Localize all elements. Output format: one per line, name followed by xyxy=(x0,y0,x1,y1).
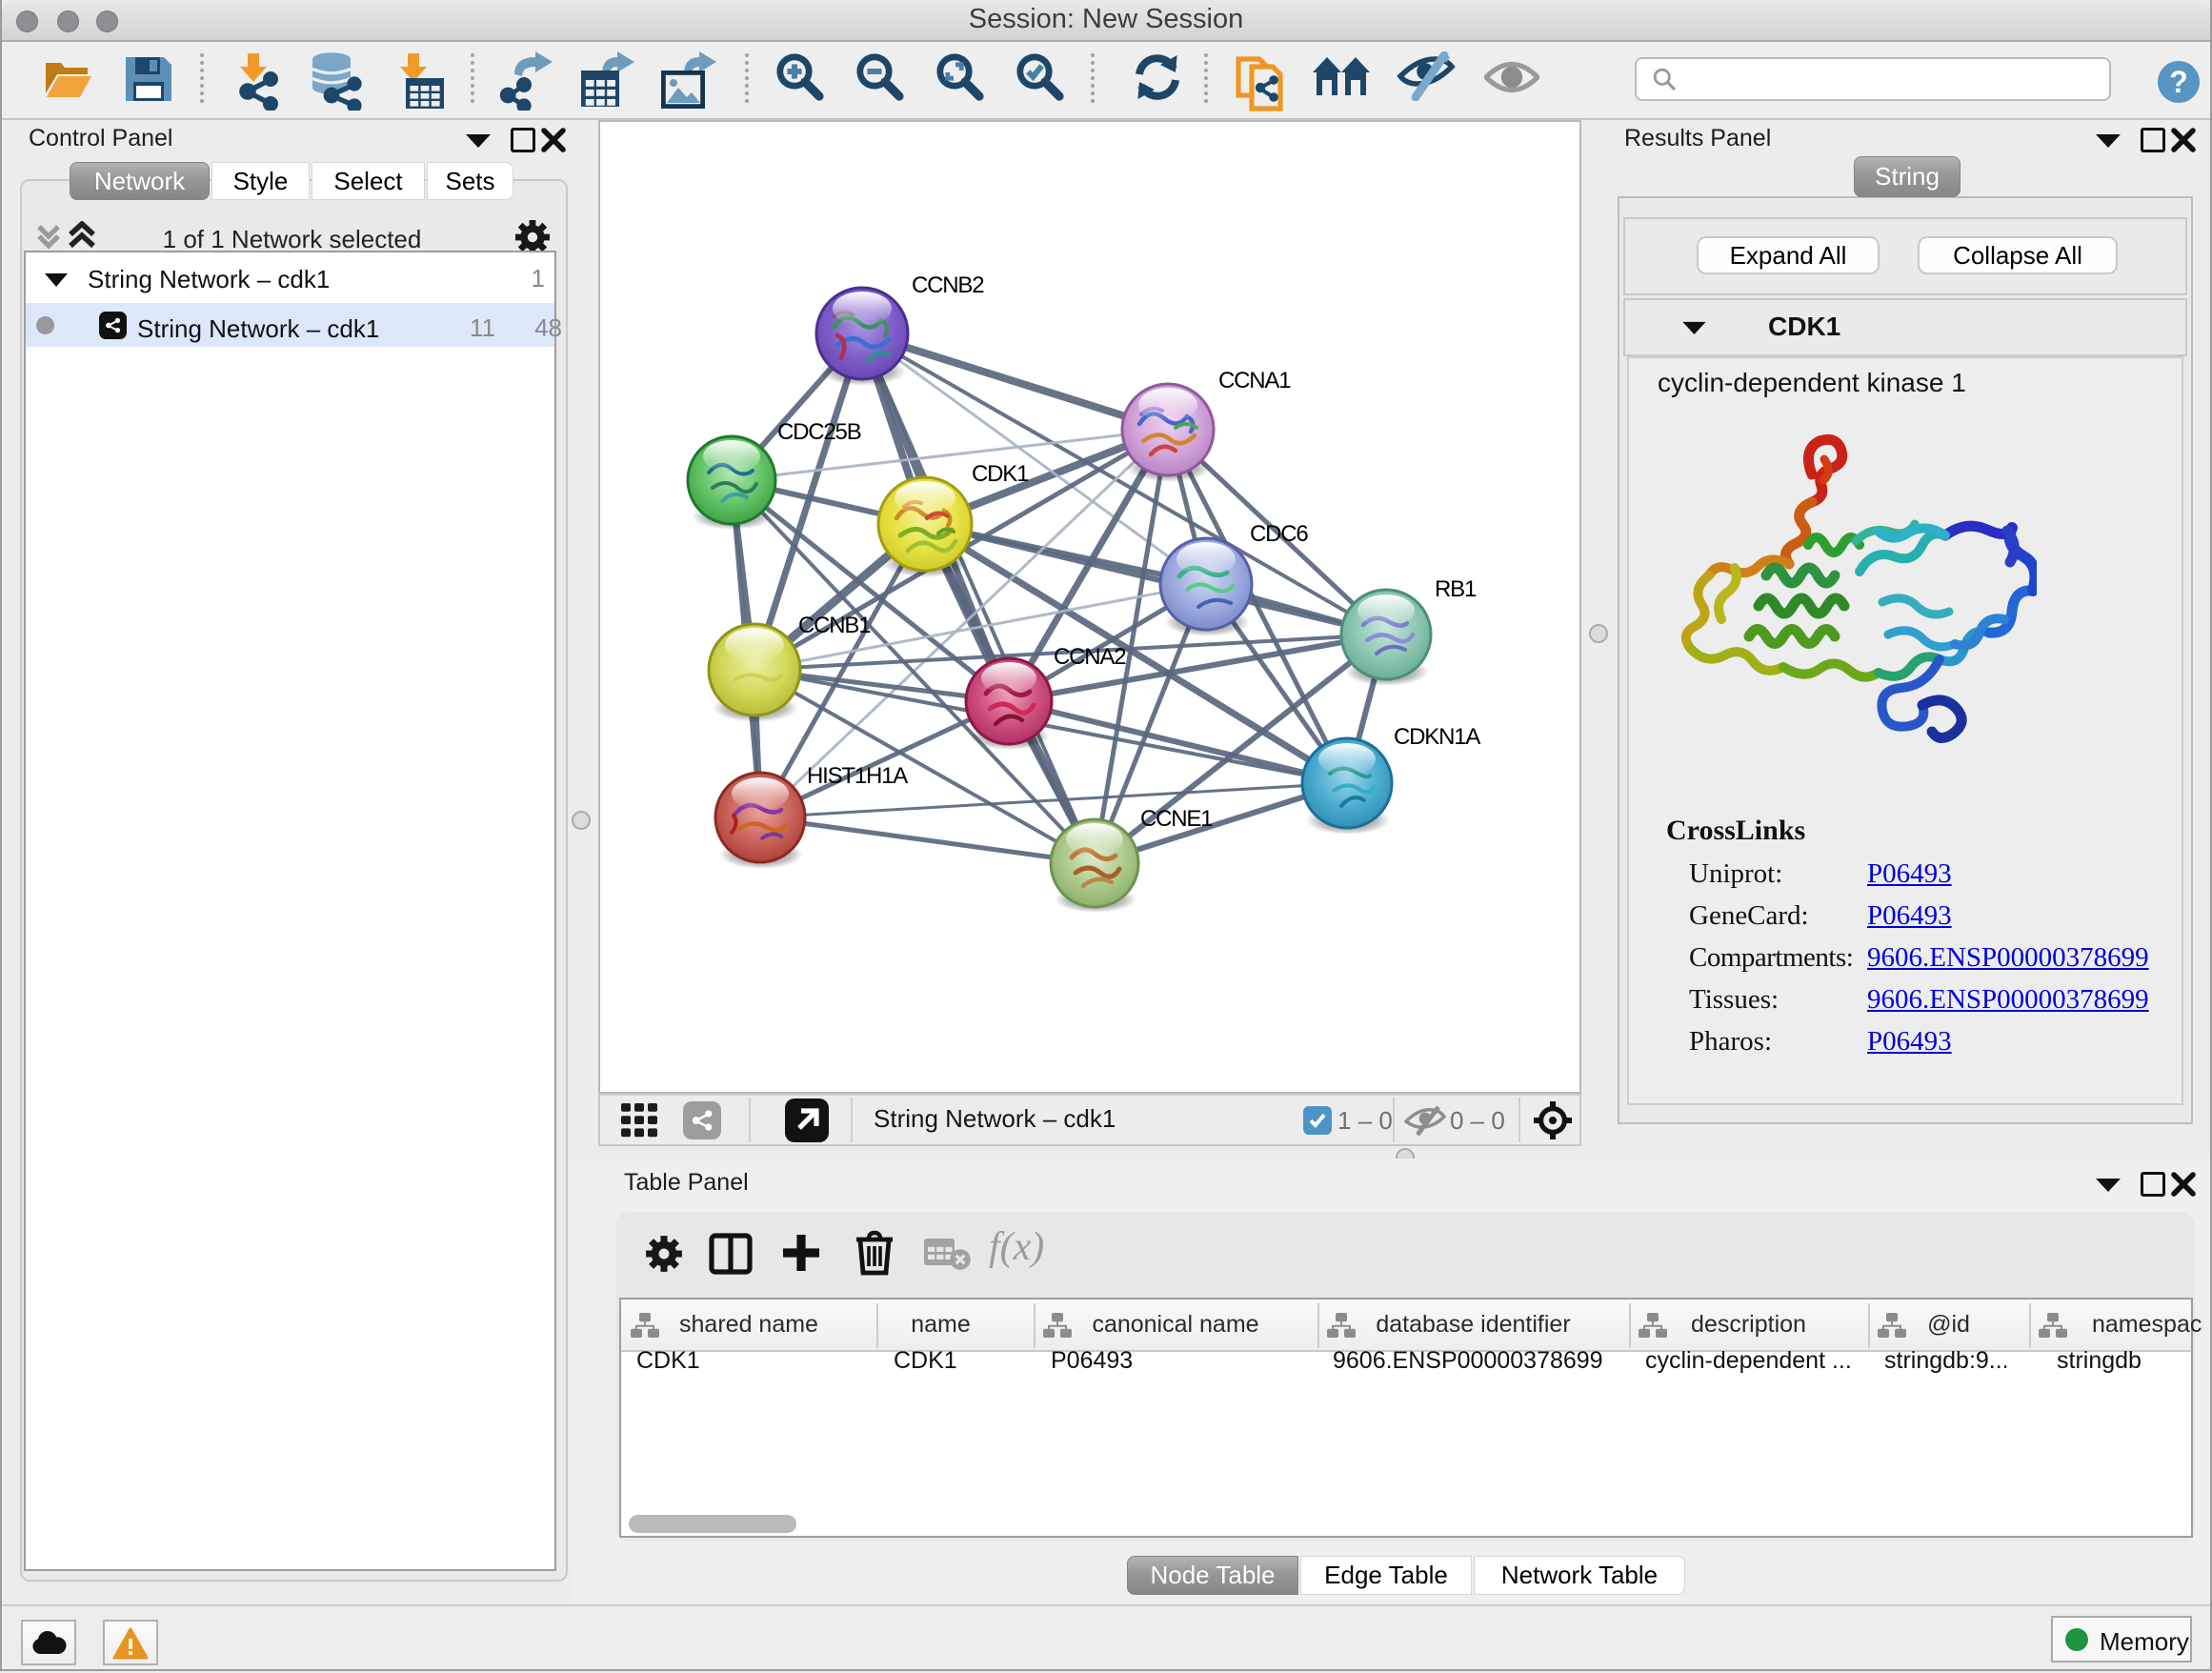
svg-text:CDKN1A: CDKN1A xyxy=(1394,724,1480,750)
svg-text:CDC6: CDC6 xyxy=(1250,521,1308,547)
svg-text:CCNA2: CCNA2 xyxy=(1054,644,1126,670)
svg-text:CCNB1: CCNB1 xyxy=(798,613,871,638)
svg-text:CDK1: CDK1 xyxy=(972,461,1029,487)
svg-text:HIST1H1A: HIST1H1A xyxy=(807,763,908,789)
svg-text:CDC25B: CDC25B xyxy=(777,419,861,445)
svg-text:RB1: RB1 xyxy=(1435,576,1477,602)
svg-text:CCNE1: CCNE1 xyxy=(1140,806,1213,832)
svg-text:CCNA1: CCNA1 xyxy=(1218,368,1291,393)
svg-text:CCNB2: CCNB2 xyxy=(912,272,984,298)
